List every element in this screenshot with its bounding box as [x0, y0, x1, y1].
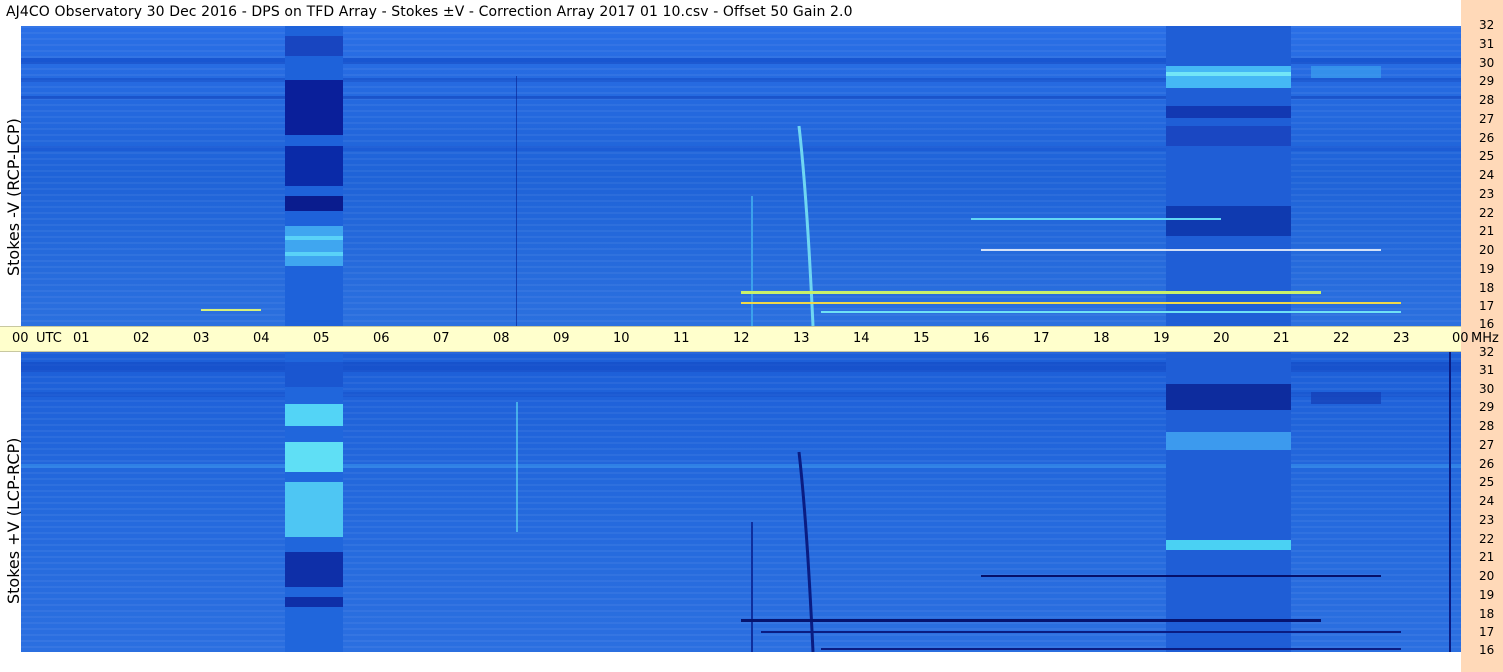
freq-label-30: 30 [1479, 382, 1495, 396]
freq-label-17: 17 [1479, 299, 1495, 313]
time-label-17: 17 [1033, 331, 1050, 346]
spectrogram-top[interactable] [21, 26, 1461, 326]
time-label-20: 20 [1213, 331, 1230, 346]
freq-axis-bottom: 32 31 30 29 28 27 26 25 24 23 22 21 20 1… [1461, 345, 1503, 657]
freq-label-28: 28 [1479, 419, 1495, 433]
freq-label-17: 17 [1479, 625, 1495, 639]
time-label-02: 02 [133, 331, 150, 346]
freq-label-27: 27 [1479, 112, 1495, 126]
time-label-01: 01 [73, 331, 90, 346]
time-label-15: 15 [913, 331, 930, 346]
freq-label-27: 27 [1479, 438, 1495, 452]
freq-label-19: 19 [1479, 262, 1495, 276]
freq-label-28: 28 [1479, 93, 1495, 107]
time-label-00: 00 [12, 331, 29, 346]
freq-label-18: 18 [1479, 607, 1495, 621]
freq-label-21: 21 [1479, 550, 1495, 564]
freq-axis-top: 32 31 30 29 28 27 26 25 24 23 22 21 20 1… [1461, 18, 1503, 331]
freq-label-18: 18 [1479, 281, 1495, 295]
freq-label-20: 20 [1479, 243, 1495, 257]
freq-label-24: 24 [1479, 494, 1495, 508]
freq-label-23: 23 [1479, 513, 1495, 527]
time-label-24: 00 [1452, 331, 1469, 346]
freq-label-31: 31 [1479, 363, 1495, 377]
freq-label-29: 29 [1479, 400, 1495, 414]
freq-label-22: 22 [1479, 206, 1495, 220]
time-label-22: 22 [1333, 331, 1350, 346]
freq-label-32: 32 [1479, 18, 1495, 32]
time-label-07: 07 [433, 331, 450, 346]
freq-label-29: 29 [1479, 74, 1495, 88]
mhz-label: MHz [1471, 331, 1499, 346]
time-label-11: 11 [673, 331, 690, 346]
time-label-08: 08 [493, 331, 510, 346]
freq-label-24: 24 [1479, 168, 1495, 182]
utc-label: UTC [36, 331, 62, 346]
time-label-12: 12 [733, 331, 750, 346]
bottom-margin [21, 652, 1461, 672]
time-axis-labels: 00 UTC 01 02 03 04 05 06 07 08 09 10 11 … [0, 326, 1499, 352]
freq-label-26: 26 [1479, 131, 1495, 145]
freq-label-26: 26 [1479, 457, 1495, 471]
time-label-23: 23 [1393, 331, 1410, 346]
spectrogram-bottom[interactable] [21, 352, 1461, 652]
freq-label-25: 25 [1479, 149, 1495, 163]
time-label-03: 03 [193, 331, 210, 346]
time-label-09: 09 [553, 331, 570, 346]
freq-label-16: 16 [1479, 317, 1495, 331]
freq-label-21: 21 [1479, 224, 1495, 238]
freq-label-32: 32 [1479, 345, 1495, 359]
time-label-16: 16 [973, 331, 990, 346]
freq-label-22: 22 [1479, 532, 1495, 546]
freq-label-31: 31 [1479, 37, 1495, 51]
time-label-21: 21 [1273, 331, 1290, 346]
freq-label-23: 23 [1479, 187, 1495, 201]
time-label-06: 06 [373, 331, 390, 346]
time-label-14: 14 [853, 331, 870, 346]
time-label-10: 10 [613, 331, 630, 346]
time-label-18: 18 [1093, 331, 1110, 346]
time-label-05: 05 [313, 331, 330, 346]
freq-label-16: 16 [1479, 643, 1495, 657]
freq-label-30: 30 [1479, 56, 1495, 70]
freq-label-19: 19 [1479, 588, 1495, 602]
freq-label-25: 25 [1479, 475, 1495, 489]
time-label-04: 04 [253, 331, 270, 346]
time-label-19: 19 [1153, 331, 1170, 346]
freq-label-20: 20 [1479, 569, 1495, 583]
time-label-13: 13 [793, 331, 810, 346]
plot-title: AJ4CO Observatory 30 Dec 2016 - DPS on T… [6, 4, 853, 20]
